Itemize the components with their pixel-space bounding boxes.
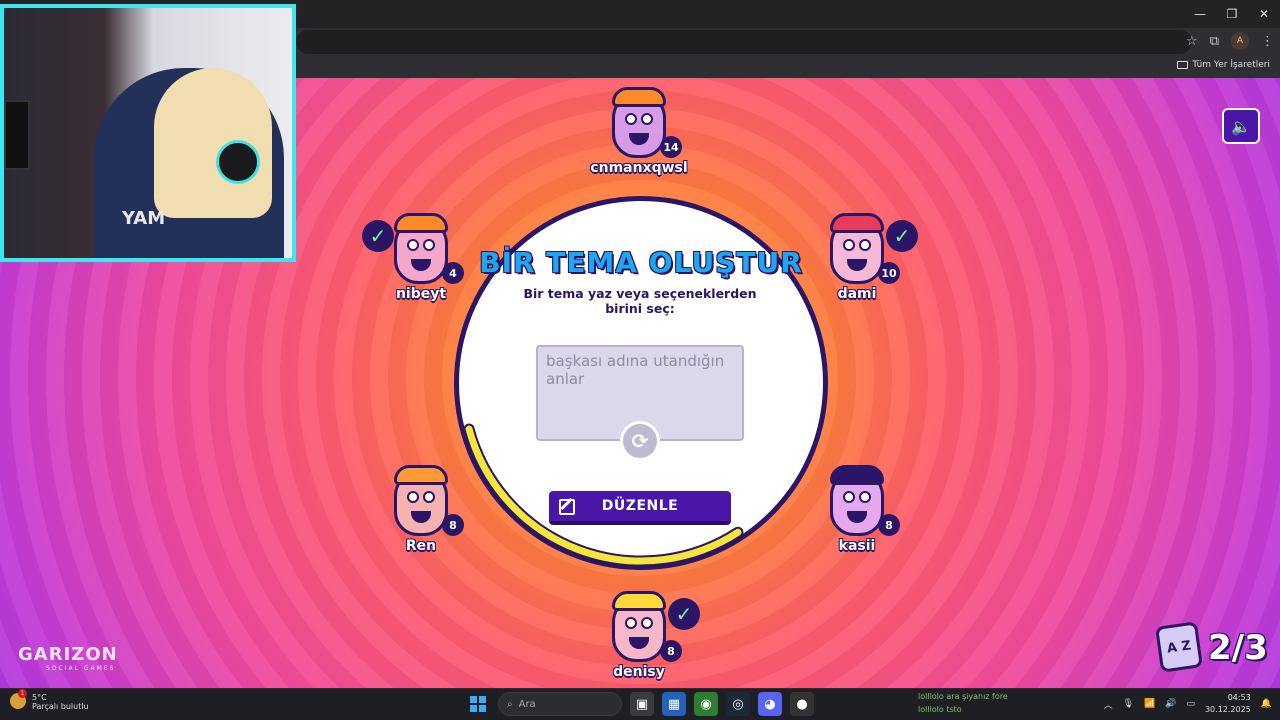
player-name: kasii bbox=[838, 538, 876, 554]
all-bookmarks-label: Tüm Yer İşaretleri bbox=[1192, 60, 1270, 70]
store-icon[interactable]: ▦ bbox=[662, 692, 686, 716]
player-name: nibeyt bbox=[395, 286, 447, 302]
round-counter: 2/3 bbox=[1208, 628, 1268, 668]
player-slot-5: 8 kasii bbox=[798, 465, 918, 566]
logo-brand: GARIZON bbox=[18, 644, 118, 665]
ready-check-icon: ✓ bbox=[668, 598, 700, 630]
weather-desc: Parçalı bulutlu bbox=[32, 702, 89, 711]
player-hair bbox=[612, 591, 666, 611]
close-button[interactable]: ✕ bbox=[1248, 0, 1280, 28]
webcam-hair bbox=[154, 68, 272, 218]
player-hair bbox=[830, 465, 884, 485]
clock[interactable]: 04:53 30.12.2025 bbox=[1205, 692, 1251, 716]
steam-icon[interactable]: ◎ bbox=[726, 692, 750, 716]
volume-icon[interactable]: 🔊 bbox=[1165, 699, 1176, 709]
player-hair bbox=[394, 465, 448, 485]
panel-title: BİR TEMA OLUŞTUR bbox=[479, 246, 803, 279]
webcam-monitor bbox=[4, 100, 30, 170]
window-controls: — ❐ ✕ bbox=[1184, 0, 1280, 28]
system-tray: ︿ 🎙 📶 🔊 ▭ 04:53 30.12.2025 🔔 bbox=[1104, 692, 1272, 716]
webcam-shirt-text: YAM bbox=[122, 208, 166, 229]
refresh-theme-button[interactable]: ⟳ bbox=[620, 421, 660, 461]
sound-button[interactable]: 🔈 bbox=[1222, 108, 1260, 144]
player-hair bbox=[830, 213, 884, 233]
player-avatar bbox=[612, 591, 666, 662]
player-slot-3: ✓ 10 dami bbox=[798, 213, 918, 314]
battery-icon[interactable]: ▭ bbox=[1186, 699, 1195, 709]
chat-line: lolllolo tsto bbox=[918, 705, 962, 714]
player-slot-4: 8 Ren bbox=[362, 465, 482, 566]
all-bookmarks-button[interactable]: Tüm Yer İşaretleri bbox=[1177, 60, 1270, 70]
microphone-icon[interactable]: 🎙 bbox=[1123, 699, 1134, 709]
chat-line: lolllolo ara şiyanız fore bbox=[918, 692, 1008, 701]
player-name: denisy bbox=[613, 664, 665, 680]
headset-icon bbox=[216, 140, 260, 184]
player-name: dami bbox=[837, 286, 877, 302]
player-score: 8 bbox=[660, 640, 682, 662]
player-score: 10 bbox=[878, 262, 900, 284]
speaker-icon: 🔈 bbox=[1231, 116, 1251, 136]
player-name: Ren bbox=[405, 538, 437, 554]
notifications-icon[interactable]: 🔔 bbox=[1261, 699, 1272, 709]
weather-widget[interactable]: 1 5°C Parçalı bulutlu bbox=[10, 689, 89, 711]
player-slot-2: ✓ 4 nibeyt bbox=[362, 213, 482, 314]
webcam-overlay: YAM bbox=[0, 4, 296, 262]
round-icon: A Z bbox=[1155, 621, 1203, 673]
weather-icon: 1 bbox=[10, 689, 27, 709]
taskbar: 1 5°C Parçalı bulutlu ⌕ Ara ▣ ▦ ◉ ◎ ◕ ● … bbox=[0, 688, 1280, 720]
player-score: 8 bbox=[442, 514, 464, 536]
address-bar[interactable] bbox=[296, 30, 1192, 54]
taskbar-search[interactable]: ⌕ Ara bbox=[498, 692, 622, 716]
clock-date: 30.12.2025 bbox=[1204, 705, 1251, 714]
player-slot-1: 14 cnmanxqwsl bbox=[580, 87, 700, 188]
player-hair bbox=[394, 213, 448, 233]
chrome-icon[interactable]: ◉ bbox=[694, 692, 718, 716]
weather-temp: 5°C bbox=[32, 693, 47, 702]
edit-button[interactable]: DÜZENLE bbox=[549, 491, 731, 525]
start-button[interactable] bbox=[466, 692, 490, 716]
chevron-up-icon[interactable]: ︿ bbox=[1104, 698, 1113, 711]
folder-icon bbox=[1177, 61, 1189, 69]
panel-subtitle: Bir tema yaz veya seçeneklerden birini s… bbox=[523, 286, 757, 316]
player-score: 8 bbox=[878, 514, 900, 536]
extensions-icon[interactable]: ⧉ bbox=[1210, 34, 1219, 49]
player-avatar bbox=[612, 87, 666, 158]
gartic-logo: GARIZON SOCIAL GAMES bbox=[18, 644, 118, 672]
app-icon[interactable]: ● bbox=[790, 692, 814, 716]
player-avatar bbox=[394, 465, 448, 536]
minimize-button[interactable]: — bbox=[1184, 0, 1216, 28]
player-avatar bbox=[830, 465, 884, 536]
search-placeholder: Ara bbox=[518, 698, 536, 710]
player-name: cnmanxqwsl bbox=[590, 160, 688, 176]
player-avatar bbox=[394, 213, 448, 284]
player-slot-6: ✓ 8 denisy bbox=[580, 591, 700, 688]
player-avatar bbox=[830, 213, 884, 284]
player-score: 4 bbox=[442, 262, 464, 284]
notification-badge: 1 bbox=[18, 689, 27, 698]
restore-button[interactable]: ❐ bbox=[1216, 0, 1248, 28]
profile-avatar[interactable]: A bbox=[1231, 32, 1249, 50]
search-icon: ⌕ bbox=[507, 698, 513, 710]
task-view-icon[interactable]: ▣ bbox=[630, 692, 654, 716]
menu-icon[interactable]: ⋮ bbox=[1261, 34, 1274, 49]
star-icon[interactable]: ☆ bbox=[1186, 34, 1198, 49]
clock-time: 04:53 bbox=[1227, 693, 1251, 702]
edit-button-label: DÜZENLE bbox=[601, 498, 679, 514]
logo-tagline: SOCIAL GAMES bbox=[46, 665, 116, 672]
ready-check-icon: ✓ bbox=[886, 220, 918, 252]
chat-overlay: lolllolo ara şiyanız fore lolllolo tsto bbox=[918, 690, 1008, 716]
ready-check-icon: ✓ bbox=[362, 220, 394, 252]
player-score: 14 bbox=[660, 136, 682, 158]
discord-icon[interactable]: ◕ bbox=[758, 692, 782, 716]
refresh-icon: ⟳ bbox=[631, 429, 649, 453]
wifi-icon[interactable]: 📶 bbox=[1144, 699, 1155, 709]
player-hair bbox=[612, 87, 666, 107]
